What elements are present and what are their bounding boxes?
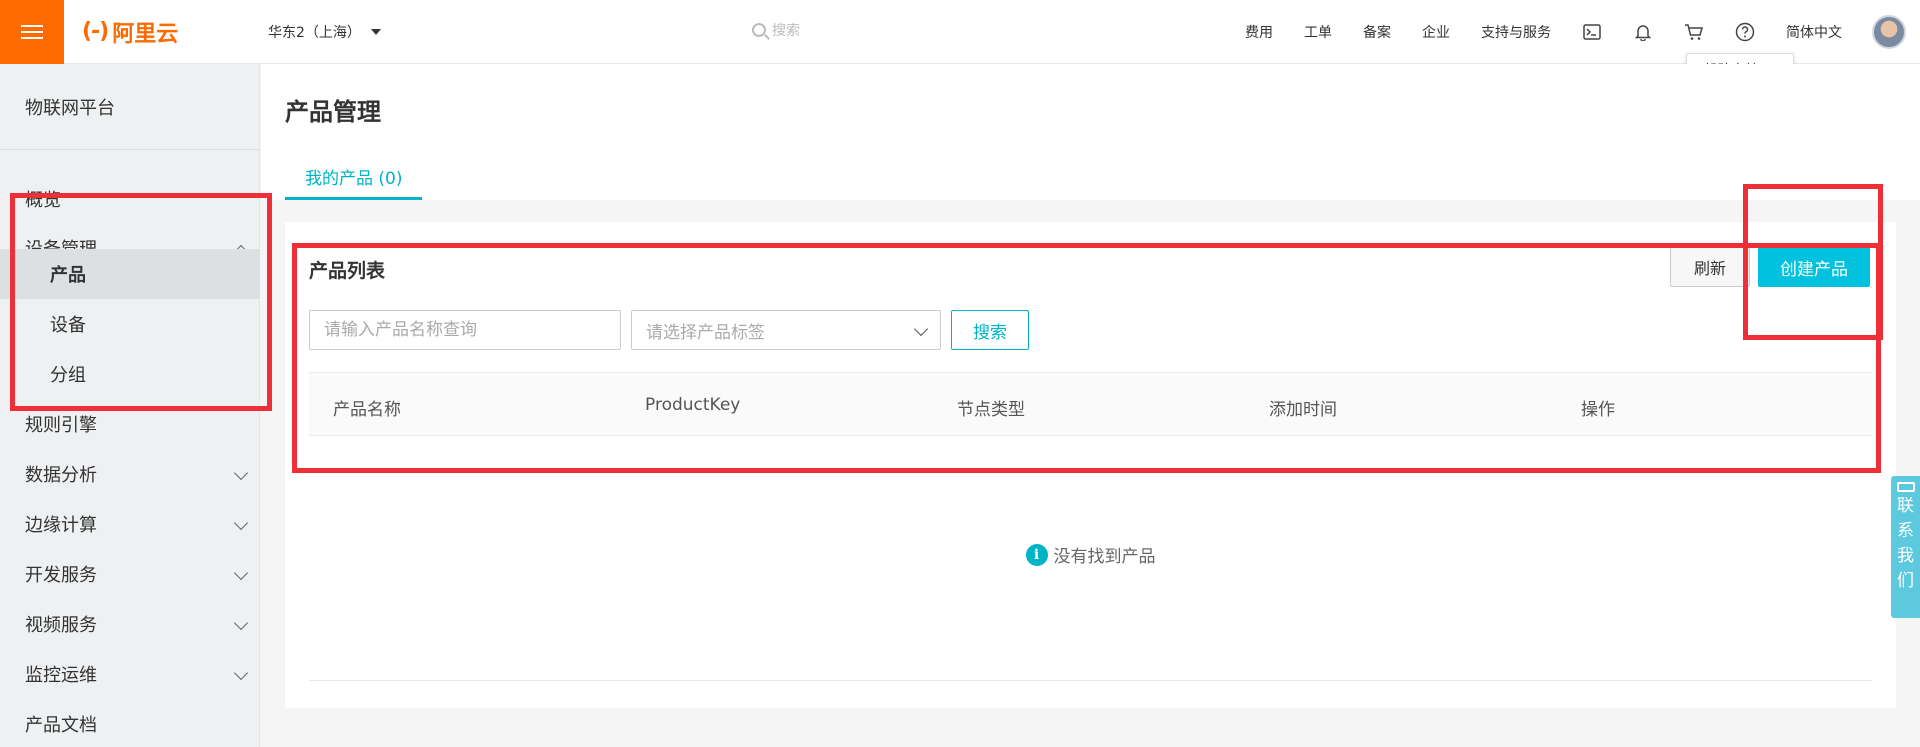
top-nav: 费用 工单 备案 企业 支持与服务 简体中文: [1245, 0, 1920, 64]
nav-fees[interactable]: 费用: [1245, 22, 1273, 42]
sidebar-item-product-docs[interactable]: 产品文档: [0, 699, 260, 747]
sidebar-item-edge-computing[interactable]: 边缘计算: [0, 499, 260, 549]
info-icon: i: [1025, 543, 1048, 566]
chevron-down-icon: [233, 515, 249, 531]
aliyun-logo[interactable]: (-) 阿里云: [82, 0, 178, 64]
chat-icon: [1896, 482, 1915, 492]
nav-enterprise[interactable]: 企业: [1422, 22, 1450, 42]
sidebar-item-dev-services[interactable]: 开发服务: [0, 549, 260, 599]
nav-icp[interactable]: 备案: [1363, 22, 1391, 42]
contact-char: 我: [1897, 546, 1914, 566]
sidebar-platform-title: 物联网平台: [25, 98, 115, 119]
nav-support[interactable]: 支持与服务: [1481, 22, 1551, 42]
terminal-icon[interactable]: [1582, 22, 1602, 42]
top-bar: (-) 阿里云 华东2（上海） 搜索 费用 工单 备案 企业 支持与服务 简体中…: [0, 0, 1920, 64]
contact-us-tab[interactable]: 联 系 我 们: [1891, 476, 1920, 618]
chevron-down-icon: [233, 665, 249, 681]
logo-text: 阿里云: [112, 21, 179, 47]
contact-char: 联: [1897, 496, 1914, 516]
hamburger-icon: [21, 24, 43, 40]
main-header: 产品管理 我的产品 (0): [261, 64, 1920, 200]
empty-state: i 没有找到产品: [285, 542, 1896, 567]
annotation-box-create-button: [1743, 184, 1883, 340]
top-search[interactable]: 搜索: [752, 20, 800, 40]
tab-my-products[interactable]: 我的产品 (0): [285, 156, 423, 200]
caret-down-icon: [370, 29, 381, 35]
menu-button[interactable]: [0, 0, 64, 64]
avatar[interactable]: [1872, 15, 1906, 49]
sidebar-item-label: 规则引擎: [25, 415, 97, 436]
card-divider: [309, 680, 1872, 681]
sidebar-item-label: 边缘计算: [25, 515, 97, 536]
region-selector[interactable]: 华东2（上海）: [268, 22, 381, 42]
language-selector[interactable]: 简体中文: [1786, 22, 1842, 42]
empty-text: 没有找到产品: [1053, 547, 1156, 567]
contact-char: 系: [1897, 521, 1914, 541]
top-search-placeholder: 搜索: [772, 23, 800, 39]
sidebar-item-label: 数据分析: [25, 465, 97, 486]
chevron-down-icon: [233, 465, 249, 481]
nav-tickets[interactable]: 工单: [1304, 22, 1332, 42]
chevron-down-icon: [233, 565, 249, 581]
sidebar-item-label: 产品文档: [25, 715, 97, 736]
annotation-box-product-list: [292, 243, 1881, 473]
help-icon[interactable]: [1735, 22, 1755, 42]
page-title: 产品管理: [285, 98, 381, 126]
sidebar-item-data-analysis[interactable]: 数据分析: [0, 449, 260, 499]
cart-icon[interactable]: [1684, 22, 1704, 42]
search-icon: [752, 23, 766, 37]
bell-icon[interactable]: [1633, 22, 1653, 42]
sidebar-item-label: 监控运维: [25, 665, 97, 686]
sidebar-item-label: 视频服务: [25, 615, 97, 636]
annotation-box-sidebar: [10, 193, 272, 411]
logo-mark: (-): [82, 19, 109, 44]
sidebar-divider: [0, 149, 260, 150]
sidebar-item-video-services[interactable]: 视频服务: [0, 599, 260, 649]
sidebar-item-monitoring[interactable]: 监控运维: [0, 649, 260, 699]
region-label: 华东2（上海）: [268, 25, 361, 41]
chevron-down-icon: [233, 615, 249, 631]
sidebar-item-label: 开发服务: [25, 565, 97, 586]
contact-char: 们: [1897, 571, 1914, 591]
